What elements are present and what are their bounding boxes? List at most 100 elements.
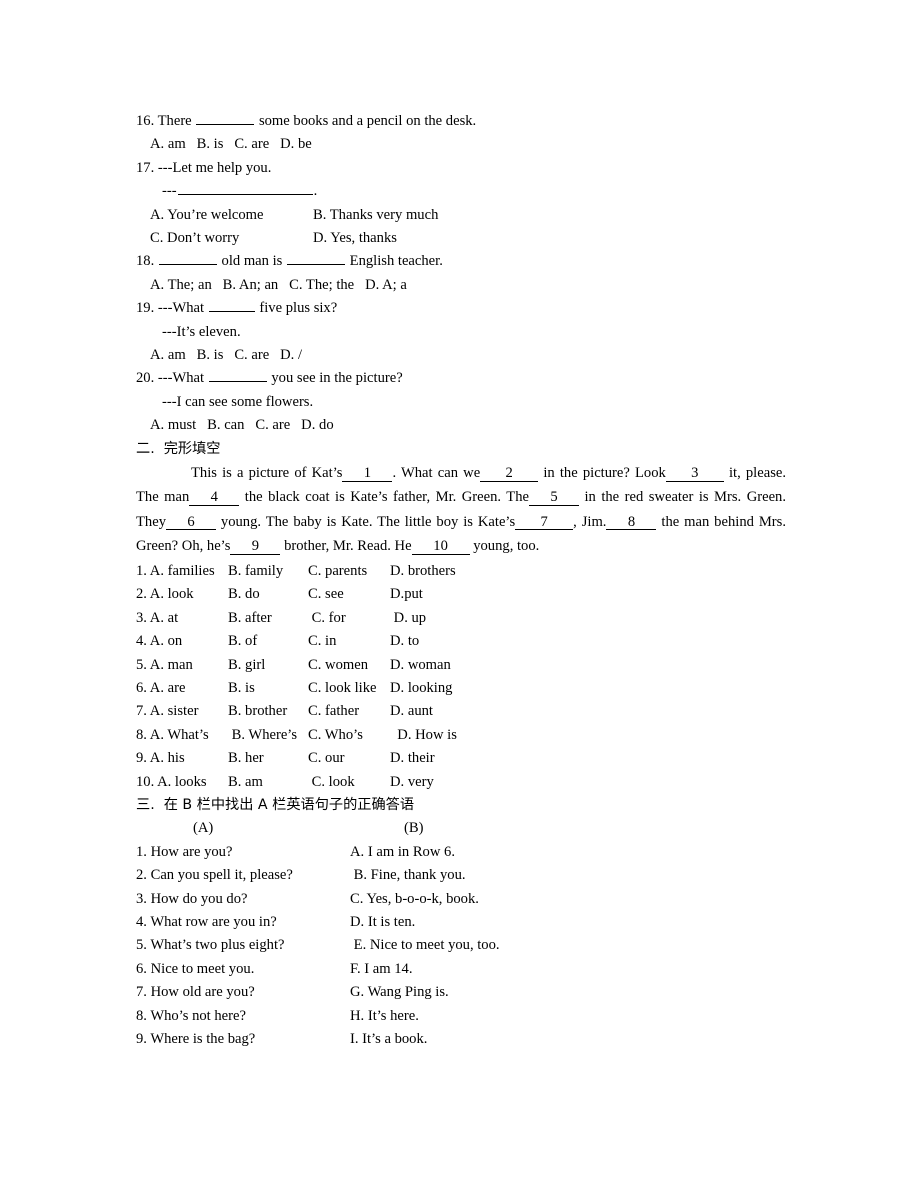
question-19-stem-post: five plus six?: [255, 300, 338, 317]
table-row: 3. How do you do? C. Yes, b-o-o-k, book.: [136, 888, 610, 911]
option-c: C. parents: [308, 562, 368, 579]
option-c: C. Don’t worry: [150, 230, 240, 247]
table-row: 6. Nice to meet you. F. I am 14.: [136, 958, 610, 981]
question-19-stem-pre: 19. ---What: [136, 300, 208, 317]
option-b: B. girl: [228, 656, 266, 673]
cloze-passage: This is a picture of Kat’s 1. What can we…: [136, 461, 786, 558]
question-16-stem-post: some books and a pencil on the desk.: [255, 113, 477, 129]
option-a: A. You’re welcome: [150, 206, 264, 223]
question-20-options: A. must B. can C. are D. do: [150, 417, 334, 434]
option-c: C. for: [308, 609, 346, 626]
option-c: C. look: [308, 773, 355, 790]
option-b: B. her: [228, 750, 264, 767]
cloze-blank-10: 10: [411, 538, 470, 555]
answer-blank: [196, 110, 255, 125]
section-three-heading: 三. 在 B 栏中找出 A 栏英语句子的正确答语: [136, 796, 415, 813]
matching-answer: C. Yes, b-o-o-k, book.: [350, 890, 479, 907]
question-17-stem: 17. ---Let me help you.: [136, 159, 272, 176]
answer-blank: [208, 368, 267, 383]
option-c: C. in: [308, 633, 337, 650]
answer-blank: [158, 251, 217, 266]
question-17-options-row-1: A. You’re welcome B. Thanks very much: [136, 204, 786, 227]
table-row: 2. A. look B. do C. see D.put: [136, 583, 490, 606]
option-a: 3. A. at: [136, 609, 179, 626]
option-a: 1. A. families: [136, 562, 215, 579]
option-a: 5. A. man: [136, 656, 193, 673]
option-a: 6. A. are: [136, 679, 186, 696]
cloze-blank-5: 5: [528, 490, 579, 507]
option-a: 2. A. look: [136, 586, 194, 603]
question-20-stem-pre: 20. ---What: [136, 370, 208, 387]
cloze-blank-6: 6: [166, 514, 216, 531]
matching-prompt: 4. What row are you in?: [136, 913, 277, 930]
table-row: 7. How old are you? G. Wang Ping is.: [136, 981, 610, 1004]
option-b: B. am: [228, 773, 263, 790]
answer-blank: [177, 180, 313, 196]
question-20-reply: ---I can see some flowers.: [162, 393, 314, 410]
matching-prompt: 9. Where is the bag?: [136, 1031, 256, 1048]
option-b: B. is: [228, 679, 255, 696]
option-a: 4. A. on: [136, 633, 183, 650]
option-c: C. women: [308, 656, 368, 673]
cloze-blank-1: 1: [342, 466, 393, 482]
matching-answer: F. I am 14.: [350, 960, 413, 977]
option-d: D. woman: [390, 656, 451, 673]
cloze-options-table: 1. A. families B. family C. parents D. b…: [136, 560, 490, 794]
passage-text: the black coat is Kate’s father, Mr. Gre…: [239, 489, 529, 506]
option-b: B. Where’s: [228, 726, 298, 743]
option-c: C. Who’s: [308, 726, 363, 743]
option-c: C. look like: [308, 679, 377, 696]
matching-answer: B. Fine, thank you.: [350, 867, 466, 884]
column-a-header: (A): [193, 820, 214, 837]
question-20-stem: 20. ---What you see in the picture?: [136, 367, 786, 390]
passage-text: in the picture? Look: [538, 465, 666, 482]
answer-blank: [287, 251, 345, 266]
matching-table: 1. How are you? A. I am in Row 6. 2. Can…: [136, 841, 610, 1052]
table-row: 4. What row are you in? D. It is ten.: [136, 911, 610, 934]
question-17-answer-line: ---.: [136, 180, 786, 203]
question-19-options: A. am B. is C. are D. /: [150, 347, 303, 364]
passage-text: young, too.: [469, 537, 540, 554]
passage-text: , Jim.: [573, 513, 607, 530]
table-row: 9. Where is the bag? I. It’s a book.: [136, 1028, 610, 1051]
option-d: D. Yes, thanks: [313, 230, 397, 247]
option-d: D. How is: [390, 726, 457, 743]
question-17-dash: ---: [162, 183, 177, 200]
passage-text: brother, Mr. Read. He: [280, 537, 412, 554]
table-row: 2. Can you spell it, please? B. Fine, th…: [136, 864, 610, 887]
option-a: 8. A. What’s: [136, 726, 209, 743]
option-d: D. to: [390, 633, 420, 650]
option-d: D.put: [390, 586, 423, 603]
matching-answer: A. I am in Row 6.: [350, 843, 455, 860]
option-b: B. after: [228, 609, 272, 626]
option-b: B. family: [228, 562, 284, 579]
matching-answer: I. It’s a book.: [350, 1031, 428, 1048]
table-row: 5. A. man B. girl C. women D. woman: [136, 654, 490, 677]
table-row: 8. A. What’s B. Where’s C. Who’s D. How …: [136, 724, 490, 747]
matching-answer: H. It’s here.: [350, 1007, 419, 1024]
section-two-heading: 二. 完形填空: [136, 440, 221, 457]
table-row: 4. A. on B. of C. in D. to: [136, 630, 490, 653]
matching-prompt: 8. Who’s not here?: [136, 1007, 246, 1024]
passage-text: This is a picture of Kat’s: [191, 465, 343, 482]
passage-text: . What can we: [392, 465, 481, 482]
matching-answer: D. It is ten.: [350, 913, 416, 930]
question-18-options: A. The; an B. An; an C. The; the D. A; a: [150, 276, 407, 293]
matching-answer: G. Wang Ping is.: [350, 984, 449, 1001]
question-18-stem-post: English teacher.: [346, 253, 443, 270]
question-20-stem-post: you see in the picture?: [267, 370, 403, 387]
question-19-stem: 19. ---What five plus six?: [136, 297, 786, 320]
cloze-blank-8: 8: [606, 514, 657, 531]
matching-prompt: 1. How are you?: [136, 843, 233, 860]
table-row: 9. A. his B. her C. our D. their: [136, 747, 490, 770]
matching-prompt: 7. How old are you?: [136, 984, 255, 1001]
table-row: 1. A. families B. family C. parents D. b…: [136, 560, 490, 583]
worksheet-page: 16. There some books and a pencil on the…: [0, 0, 920, 1191]
table-row: 8. Who’s not here? H. It’s here.: [136, 1005, 610, 1028]
question-16-stem: 16. There some books and a pencil on the…: [136, 110, 786, 133]
option-b: B. of: [228, 633, 258, 650]
matching-prompt: 2. Can you spell it, please?: [136, 867, 293, 884]
cloze-options-body: 1. A. families B. family C. parents D. b…: [136, 560, 490, 794]
option-b: B. Thanks very much: [313, 206, 439, 223]
option-d: D. aunt: [390, 703, 433, 720]
